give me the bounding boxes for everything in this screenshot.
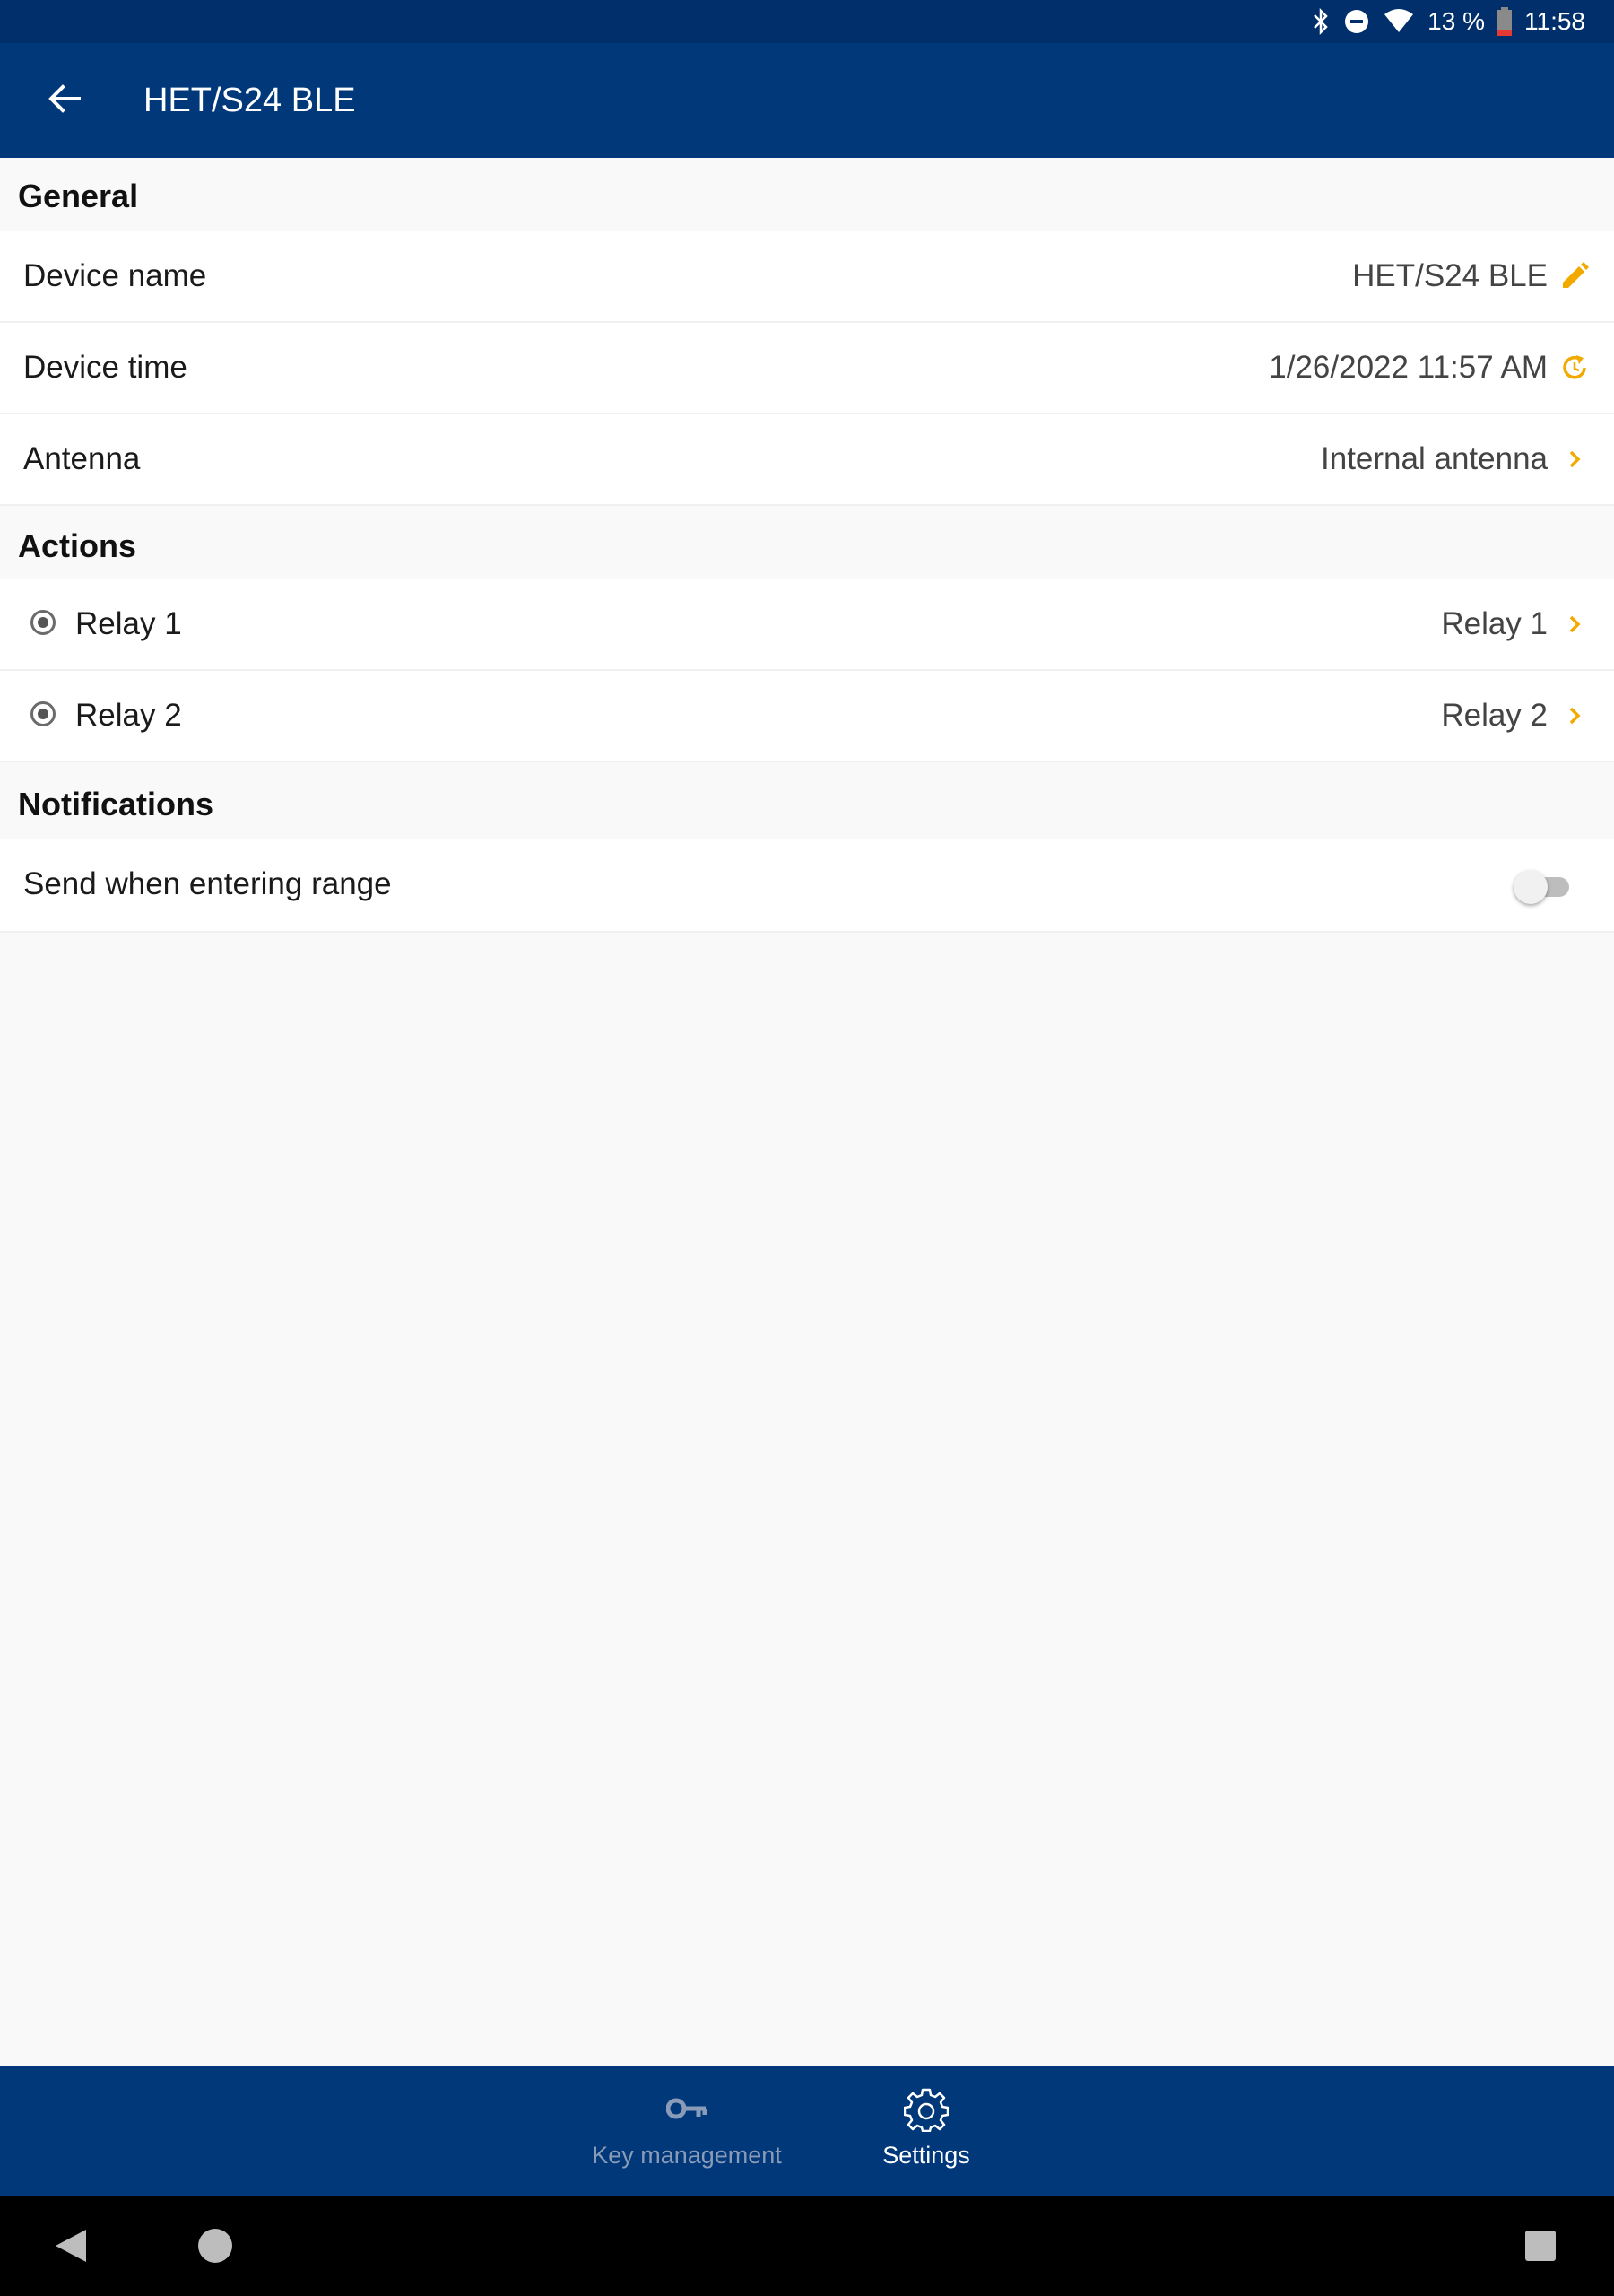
- status-icons: 13 % 11:58: [1311, 0, 1585, 43]
- device-name-value: HET/S24 BLE: [1352, 258, 1548, 293]
- relay-2-label: Relay 2: [75, 698, 182, 733]
- device-time-value: 1/26/2022 11:57 AM: [1269, 350, 1548, 385]
- tab-key-management[interactable]: Key management: [561, 2066, 812, 2196]
- device-name-row[interactable]: Device name HET/S24 BLE: [0, 231, 1614, 323]
- do-not-disturb-icon: [1343, 8, 1370, 35]
- tab-key-management-label: Key management: [592, 2142, 782, 2169]
- bluetooth-icon: [1311, 8, 1331, 35]
- relay-1-label: Relay 1: [75, 606, 182, 641]
- section-header-notifications: Notifications: [18, 786, 214, 822]
- antenna-label: Antenna: [23, 441, 141, 476]
- clock: 11:58: [1524, 7, 1585, 35]
- chevron-right-icon: [1557, 698, 1592, 734]
- system-back-icon[interactable]: [54, 2228, 88, 2268]
- back-button[interactable]: [36, 75, 93, 126]
- device-time-row[interactable]: Device time 1/26/2022 11:57 AM: [0, 323, 1614, 414]
- send-entering-range-label: Send when entering range: [23, 866, 392, 901]
- radio-icon[interactable]: [30, 610, 56, 635]
- bottom-nav: Key management Settings: [0, 2066, 1614, 2196]
- send-entering-range-toggle[interactable]: [1514, 870, 1569, 904]
- device-name-label: Device name: [23, 258, 207, 293]
- key-icon: [666, 2086, 707, 2133]
- battery-percent: 13 %: [1427, 7, 1485, 35]
- app-bar: HET/S24 BLE: [0, 43, 1614, 158]
- system-recents-icon[interactable]: [1524, 2230, 1557, 2266]
- section-header-general: General: [18, 178, 139, 214]
- section-header-actions: Actions: [18, 527, 137, 564]
- relay-1-row[interactable]: Relay 1 Relay 1: [0, 579, 1614, 671]
- chevron-right-icon: [1557, 441, 1592, 477]
- device-time-label: Device time: [23, 350, 187, 385]
- system-nav-bar: [0, 2196, 1614, 2296]
- sync-icon[interactable]: [1557, 350, 1592, 386]
- tab-settings-label: Settings: [882, 2142, 970, 2169]
- page-title: HET/S24 BLE: [143, 82, 356, 119]
- gear-icon: [904, 2086, 949, 2133]
- radio-icon[interactable]: [30, 701, 56, 726]
- chevron-right-icon: [1557, 606, 1592, 642]
- relay-2-row[interactable]: Relay 2 Relay 2: [0, 671, 1614, 762]
- relay-2-value: Relay 2: [1441, 698, 1548, 733]
- relay-1-value: Relay 1: [1441, 606, 1548, 641]
- battery-low-icon: [1497, 7, 1512, 36]
- antenna-row[interactable]: Antenna Internal antenna: [0, 414, 1614, 506]
- tab-settings[interactable]: Settings: [801, 2066, 1052, 2196]
- pencil-icon[interactable]: [1557, 258, 1592, 294]
- antenna-value: Internal antenna: [1321, 441, 1548, 476]
- send-entering-range-row[interactable]: Send when entering range: [0, 839, 1614, 933]
- arrow-back-icon: [48, 83, 81, 117]
- system-home-icon[interactable]: [197, 2228, 233, 2268]
- wifi-icon: [1383, 9, 1415, 34]
- status-bar: 13 % 11:58: [0, 0, 1614, 43]
